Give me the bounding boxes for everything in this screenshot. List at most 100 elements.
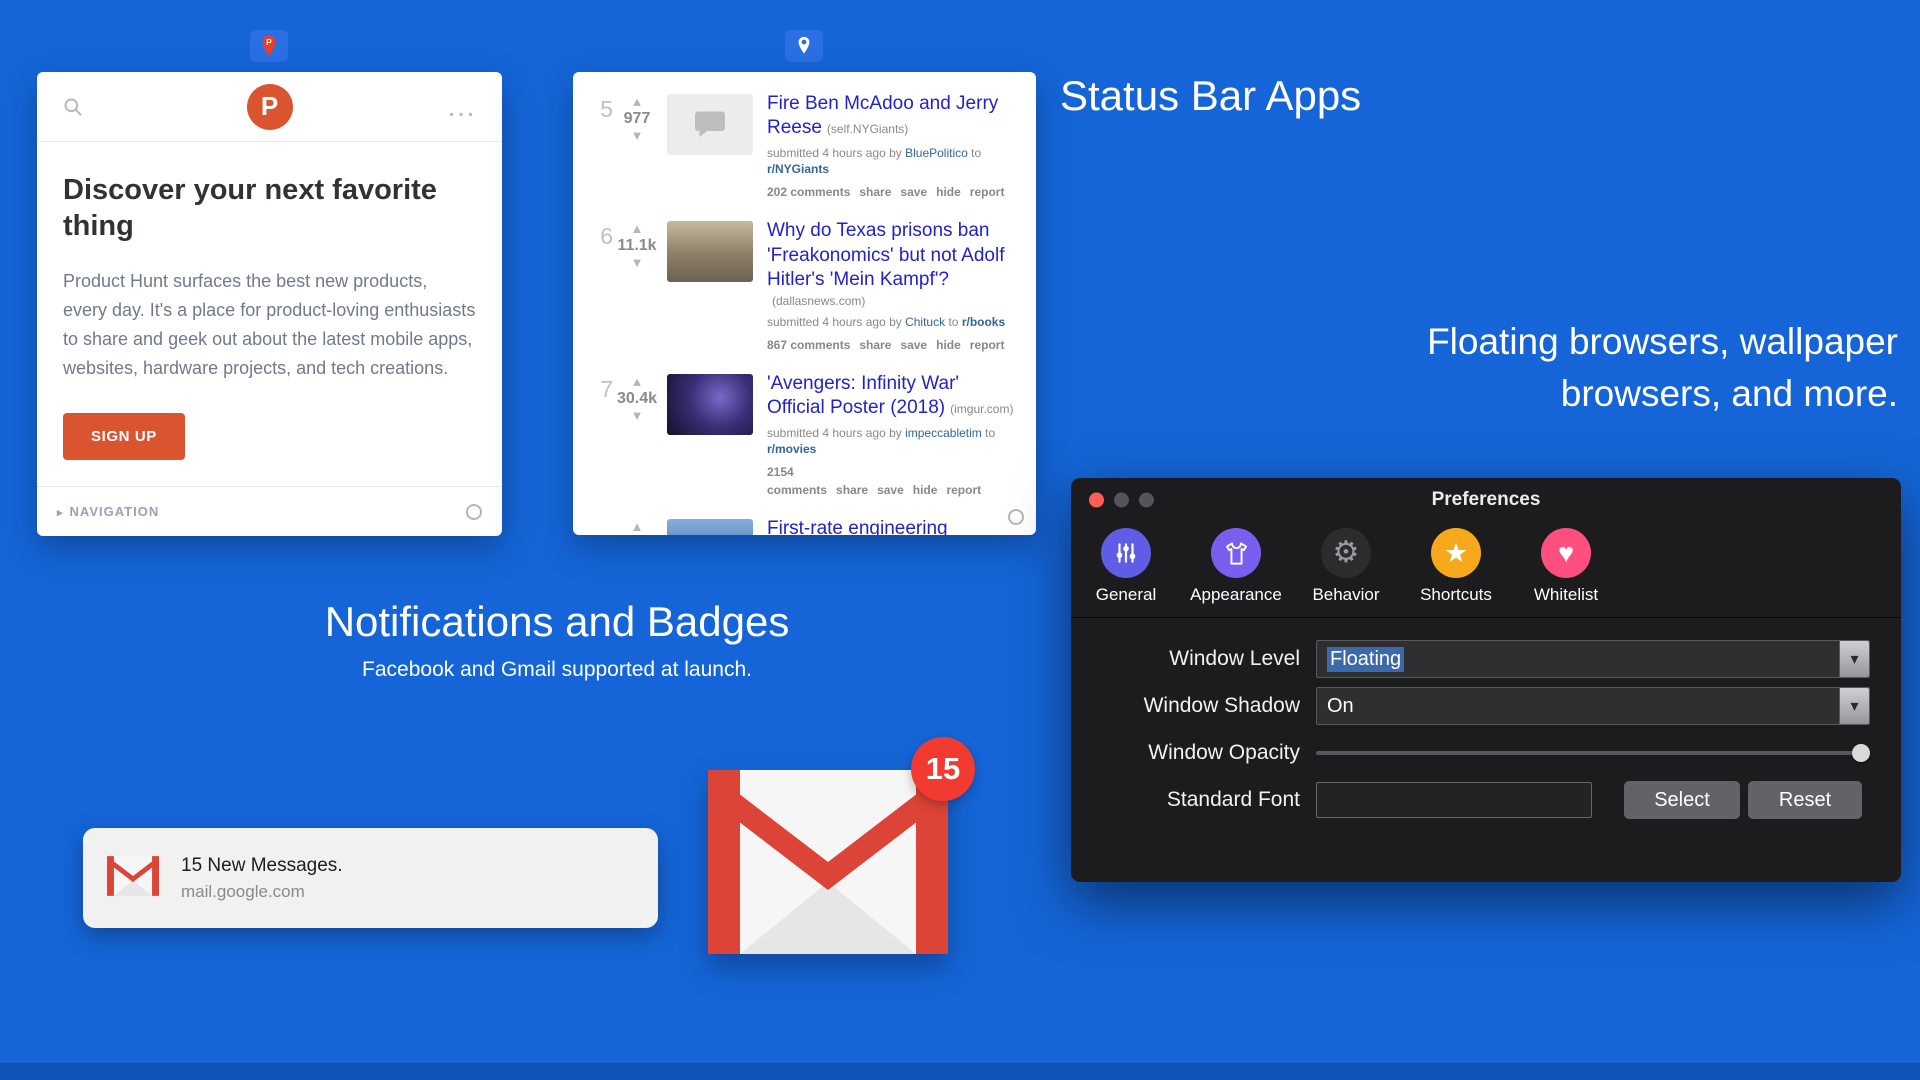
- tab-whitelist[interactable]: ♥ Whitelist: [1511, 528, 1621, 605]
- tab-shortcuts[interactable]: ★ Shortcuts: [1401, 528, 1511, 605]
- sign-up-button[interactable]: SIGN UP: [63, 413, 185, 460]
- downvote-icon[interactable]: ▼: [613, 255, 661, 270]
- post-rank: 6: [587, 219, 613, 354]
- tab-shortcuts-label: Shortcuts: [1420, 585, 1492, 605]
- tab-general[interactable]: General: [1071, 528, 1181, 605]
- statusbar-item-product-hunt[interactable]: P: [250, 30, 288, 62]
- post-comments-link[interactable]: 2154 comments: [767, 465, 827, 497]
- ellipsis-menu-icon[interactable]: …: [446, 102, 476, 112]
- post-author-link[interactable]: Chituck: [905, 315, 945, 329]
- tab-behavior[interactable]: ⚙ Behavior: [1291, 528, 1401, 605]
- post-report-link[interactable]: report: [946, 483, 981, 497]
- product-hunt-heading: Discover your next favorite thing: [63, 172, 463, 245]
- post-score: 11.1k: [613, 236, 661, 255]
- navigation-toggle[interactable]: ▸NAVIGATION: [57, 504, 159, 519]
- heart-icon: ♥: [1558, 540, 1574, 567]
- standard-font-field[interactable]: [1316, 782, 1592, 818]
- window-opacity-label: Window Opacity: [1071, 741, 1316, 765]
- close-button[interactable]: [1089, 493, 1104, 508]
- gmail-envelope: 15: [708, 770, 948, 954]
- self-post-bubble-icon: [692, 107, 728, 143]
- slider-knob[interactable]: [1852, 744, 1870, 762]
- preferences-form: Window Level Floating ▾ Window Shadow On…: [1071, 618, 1901, 819]
- floating-browsers-heading: Floating browsers, wallpaper browsers, a…: [1427, 316, 1898, 420]
- chevron-down-icon[interactable]: ▾: [1839, 688, 1869, 724]
- reddit-window: 5 ▲ 977 ▼ Fire Ben McAdoo and Jerry Rees…: [573, 72, 1036, 535]
- post-share-link[interactable]: share: [859, 185, 891, 199]
- reset-font-button[interactable]: Reset: [1748, 781, 1862, 819]
- window-level-dropdown[interactable]: Floating ▾: [1316, 640, 1870, 678]
- tab-whitelist-label: Whitelist: [1534, 585, 1598, 605]
- tab-behavior-label: Behavior: [1312, 585, 1379, 605]
- post-report-link[interactable]: report: [970, 338, 1005, 352]
- notification-title: 15 New Messages.: [181, 855, 343, 877]
- tab-appearance[interactable]: Appearance: [1181, 528, 1291, 605]
- window-opacity-slider[interactable]: [1316, 744, 1870, 762]
- statusbar-item-reddit[interactable]: [785, 30, 823, 62]
- minimize-button[interactable]: [1114, 493, 1129, 508]
- window-shadow-dropdown[interactable]: On ▾: [1316, 687, 1870, 725]
- window-title: Preferences: [1432, 489, 1541, 511]
- preferences-titlebar: Preferences: [1071, 478, 1901, 522]
- post-title-link[interactable]: 'Avengers: Infinity War' Official Poster…: [767, 373, 959, 418]
- circle-button[interactable]: [1008, 509, 1024, 525]
- post-save-link[interactable]: save: [900, 185, 927, 199]
- product-hunt-footer: ▸NAVIGATION: [37, 486, 502, 536]
- post-rank: 5: [587, 92, 613, 201]
- post-hide-link[interactable]: hide: [936, 185, 961, 199]
- notifications-subtitle: Facebook and Gmail supported at launch.: [257, 658, 857, 682]
- bottom-strip: [0, 1063, 1920, 1080]
- post-rank: 7: [587, 372, 613, 499]
- post-thumbnail-poster[interactable]: [667, 374, 753, 435]
- post-submitted-text: submitted 4 hours ago by: [767, 315, 902, 329]
- downvote-icon[interactable]: ▼: [613, 128, 661, 143]
- post-hide-link[interactable]: hide: [913, 483, 938, 497]
- post-comments-link[interactable]: 867 comments: [767, 338, 850, 352]
- post-hide-link[interactable]: hide: [936, 338, 961, 352]
- post-to-text: to: [971, 146, 981, 160]
- post-subreddit-link[interactable]: r/NYGiants: [767, 162, 829, 176]
- post-save-link[interactable]: save: [877, 483, 904, 497]
- tshirt-icon: [1223, 540, 1250, 567]
- reddit-post-row: 7 ▲ 30.4k ▼ 'Avengers: Infinity War' Off…: [573, 364, 1036, 509]
- post-title-link[interactable]: Why do Texas prisons ban 'Freakonomics' …: [767, 220, 1005, 290]
- upvote-icon[interactable]: ▲: [613, 374, 661, 389]
- select-font-button[interactable]: Select: [1624, 781, 1740, 819]
- post-thumbnail-news[interactable]: [667, 221, 753, 282]
- reddit-post-row: 6 ▲ 11.1k ▼ Why do Texas prisons ban 'Fr…: [573, 211, 1036, 364]
- post-thumbnail[interactable]: [667, 519, 753, 535]
- post-subreddit-link[interactable]: r/books: [962, 315, 1005, 329]
- search-icon[interactable]: [63, 97, 83, 117]
- product-hunt-header: P …: [37, 72, 502, 142]
- post-thumbnail-self[interactable]: [667, 94, 753, 155]
- post-subreddit-link[interactable]: r/movies: [767, 442, 816, 456]
- post-author-link[interactable]: impeccabletim: [905, 426, 982, 440]
- gmail-envelope-icon: [708, 770, 948, 954]
- window-shadow-value: On: [1327, 695, 1354, 718]
- post-share-link[interactable]: share: [836, 483, 868, 497]
- product-hunt-logo-letter: P: [261, 91, 278, 122]
- reddit-post-row: 5 ▲ 977 ▼ Fire Ben McAdoo and Jerry Rees…: [573, 84, 1036, 211]
- preferences-toolbar: General Appearance ⚙ Behavior ★ Shortcut…: [1071, 522, 1901, 618]
- notifications-title: Notifications and Badges: [257, 598, 857, 646]
- chevron-down-icon[interactable]: ▾: [1839, 641, 1869, 677]
- post-title-link[interactable]: First-rate engineering: [767, 518, 948, 535]
- post-domain: (imgur.com): [950, 402, 1013, 416]
- post-author-link[interactable]: BluePolitico: [905, 146, 968, 160]
- post-rank: [587, 517, 613, 535]
- circle-button[interactable]: [466, 504, 482, 520]
- post-share-link[interactable]: share: [859, 338, 891, 352]
- post-comments-link[interactable]: 202 comments: [767, 185, 850, 199]
- gmail-icon: [107, 856, 159, 901]
- downvote-icon[interactable]: ▼: [613, 408, 661, 423]
- post-save-link[interactable]: save: [900, 338, 927, 352]
- sliders-icon: [1113, 540, 1139, 566]
- gmail-notification[interactable]: 15 New Messages. mail.google.com: [83, 828, 658, 928]
- upvote-icon[interactable]: ▲: [613, 94, 661, 109]
- upvote-icon[interactable]: ▲: [613, 221, 661, 236]
- zoom-button[interactable]: [1139, 493, 1154, 508]
- upvote-icon[interactable]: ▲: [613, 519, 661, 534]
- notification-source: mail.google.com: [181, 882, 343, 902]
- post-report-link[interactable]: report: [970, 185, 1005, 199]
- unread-count-badge: 15: [911, 737, 975, 801]
